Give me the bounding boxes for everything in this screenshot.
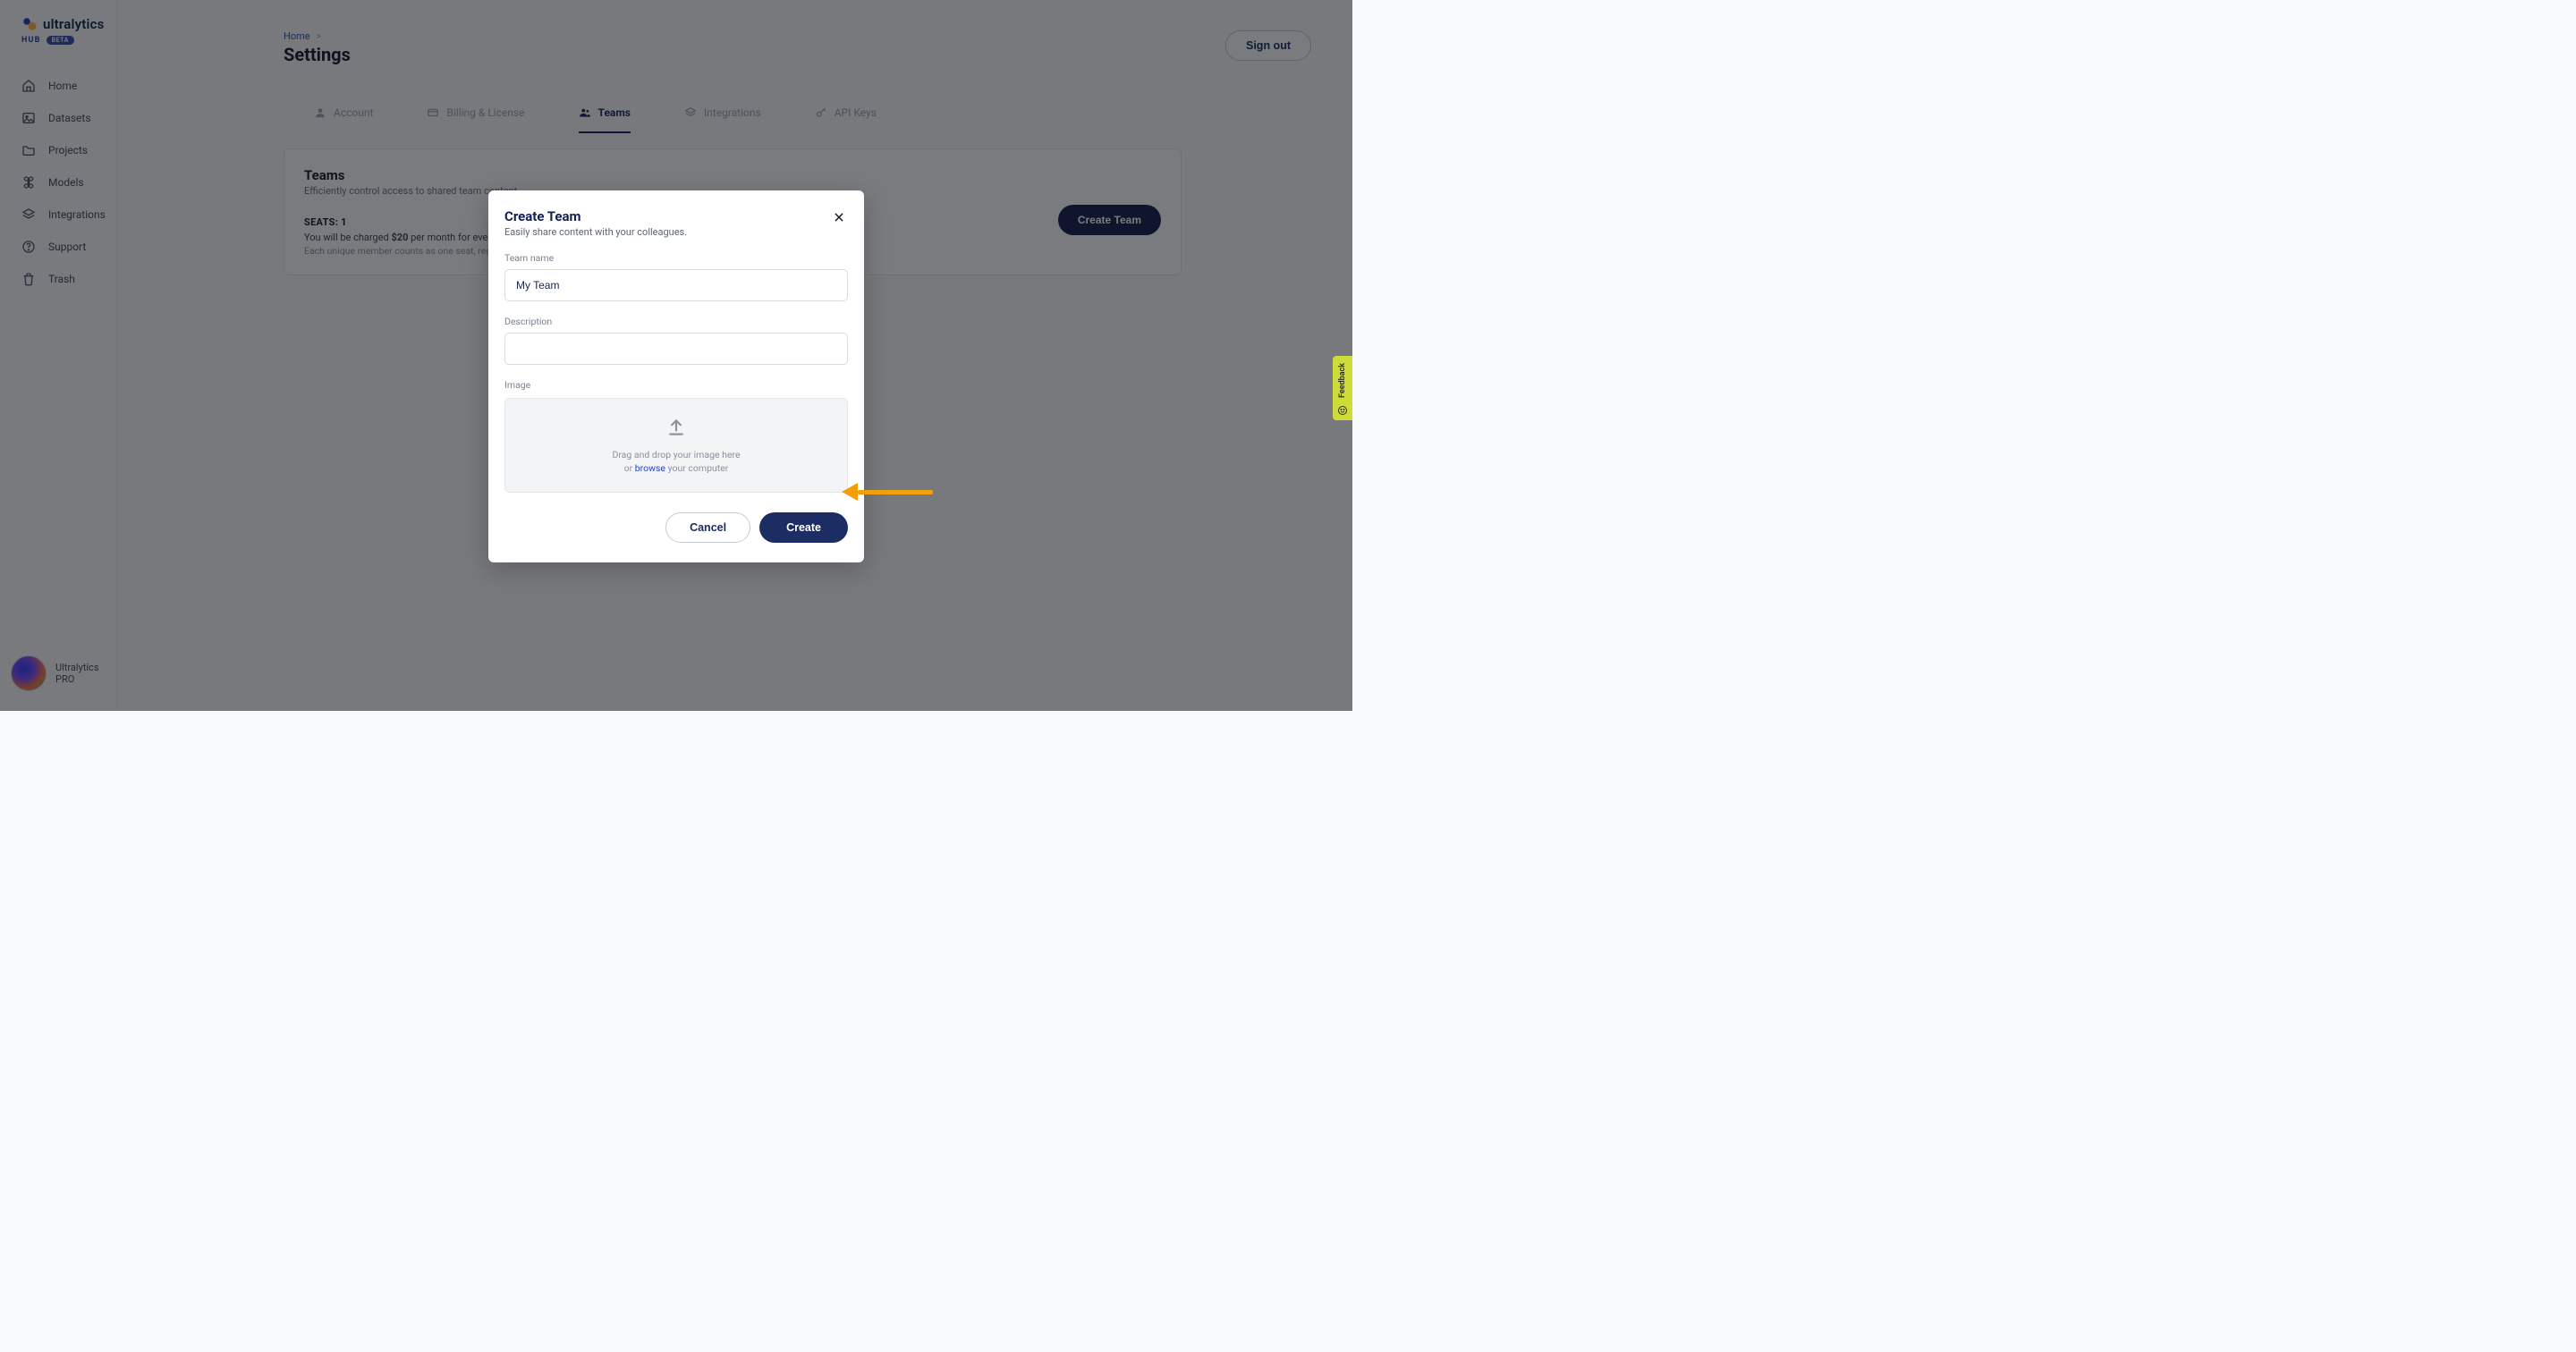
feedback-tab[interactable]: Feedback (1333, 356, 1352, 420)
image-label: Image (504, 379, 848, 391)
team-name-label: Team name (504, 252, 848, 264)
feedback-label: Feedback (1338, 363, 1347, 398)
image-dropzone[interactable]: Drag and drop your image here or browse … (504, 398, 848, 493)
team-name-input[interactable] (504, 269, 848, 301)
dropzone-text: Drag and drop your image here or browse … (612, 449, 740, 475)
cancel-button[interactable]: Cancel (665, 512, 750, 543)
browse-link[interactable]: browse (635, 462, 665, 474)
upload-icon (665, 416, 688, 442)
description-label: Description (504, 316, 848, 327)
modal-title: Create Team (504, 208, 687, 224)
close-icon[interactable] (830, 208, 848, 226)
description-input[interactable] (504, 333, 848, 365)
create-team-modal: Create Team Easily share content with yo… (488, 190, 864, 562)
create-button[interactable]: Create (759, 512, 848, 543)
modal-subtitle: Easily share content with your colleague… (504, 226, 687, 238)
smile-icon (1337, 402, 1348, 413)
